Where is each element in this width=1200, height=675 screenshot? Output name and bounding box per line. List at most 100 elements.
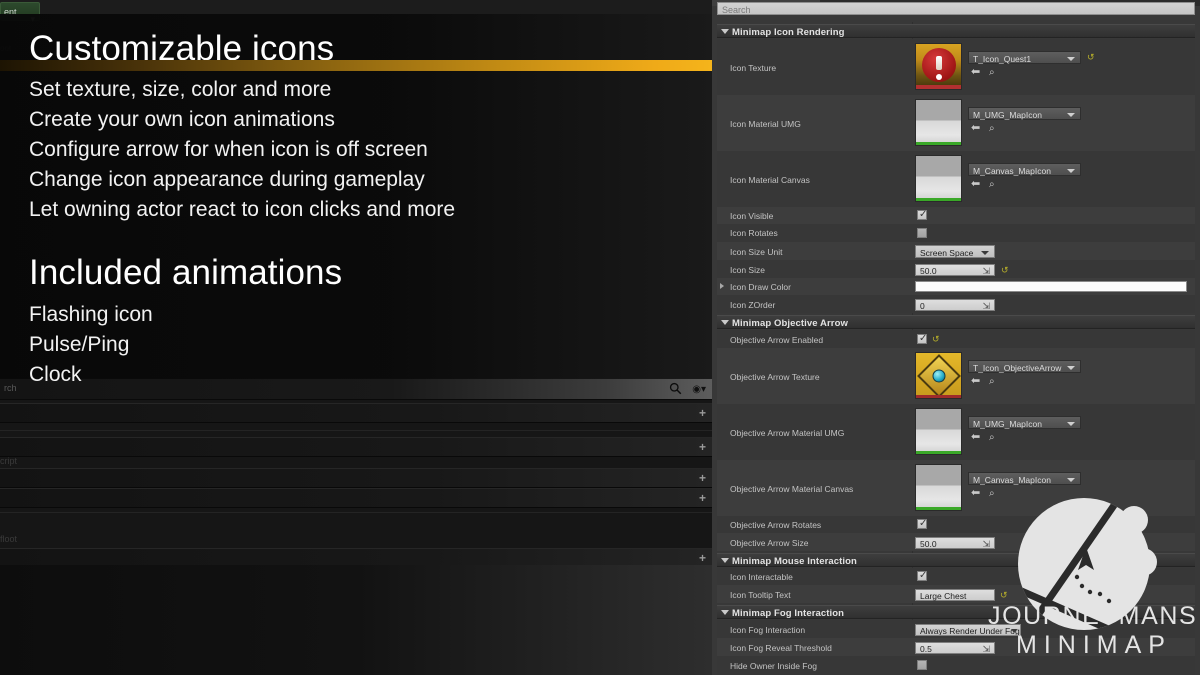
checkmark-icon: ✓ (919, 333, 928, 344)
magnifier-icon[interactable]: ⌕ (989, 67, 995, 78)
property-row-objective-arrow-enabled: Objective Arrow Enabled ✓ ↺ (717, 330, 1195, 348)
chevron-down-icon (721, 29, 729, 34)
chevron-down-icon (1067, 366, 1075, 370)
details-search-placeholder: Search (722, 5, 751, 15)
spinner-icon[interactable]: ⇲ (982, 644, 990, 655)
asset-name: T_Icon_ObjectiveArrow (973, 363, 1062, 373)
magnifier-icon[interactable]: ⌕ (989, 376, 995, 387)
material-thumbnail[interactable] (915, 99, 962, 146)
spinner-icon[interactable]: ⇲ (982, 301, 990, 312)
asset-combo-objective-arrow-texture[interactable]: T_Icon_ObjectiveArrow (968, 360, 1081, 373)
browse-to-asset-icon[interactable]: ⬅ (971, 67, 980, 78)
spinner-icon[interactable]: ⇲ (982, 266, 990, 277)
property-row-objective-arrow-texture: Objective Arrow Texture T_Icon_Objective… (717, 348, 1195, 404)
asset-type-bar (916, 85, 961, 89)
property-label: Hide Owner Inside Fog (730, 661, 817, 671)
number-value: 0 (920, 301, 925, 311)
asset-type-bar (916, 507, 961, 510)
number-value: 0.5 (920, 644, 932, 654)
section-header-minimap-icon-rendering[interactable]: Minimap Icon Rendering (717, 24, 1195, 38)
property-label: Objective Arrow Size (730, 538, 809, 548)
property-label: Objective Arrow Material Canvas (730, 484, 854, 494)
section-header-minimap-objective-arrow[interactable]: Minimap Objective Arrow (717, 315, 1195, 329)
asset-combo-objective-arrow-material-canvas[interactable]: M_Canvas_MapIcon (968, 472, 1081, 485)
magnifier-icon[interactable]: ⌕ (989, 179, 995, 190)
expand-triangle-icon[interactable] (720, 283, 724, 289)
asset-name: M_Canvas_MapIcon (973, 166, 1051, 176)
dropdown-icon-size-unit[interactable]: Screen Space (915, 245, 995, 258)
material-thumbnail[interactable] (915, 155, 962, 202)
checkbox-hide-owner-inside-fog[interactable] (917, 660, 927, 670)
checkmark-icon: ✓ (919, 570, 928, 581)
chevron-down-icon (981, 251, 989, 255)
number-input-icon-size[interactable]: 50.0 ⇲ (915, 264, 995, 276)
property-label: Icon Rotates (730, 228, 778, 238)
checkbox-objective-arrow-enabled[interactable]: ✓ (917, 333, 928, 344)
property-row-hide-owner-inside-fog: Hide Owner Inside Fog (717, 656, 1195, 675)
browse-to-asset-icon[interactable]: ⬅ (971, 179, 980, 190)
number-value: 50.0 (920, 539, 937, 549)
text-input-icon-tooltip-text[interactable]: Large Chest (915, 589, 995, 601)
section-header-minimap-fog-interaction[interactable]: Minimap Fog Interaction (717, 605, 1195, 619)
reset-to-default-icon[interactable]: ↺ (1001, 266, 1009, 275)
property-row-icon-fog-interaction: Icon Fog Interaction Always Render Under… (717, 620, 1195, 638)
details-search-input[interactable]: Search (717, 2, 1195, 15)
checkbox-icon-visible[interactable]: ✓ (917, 209, 927, 220)
material-thumbnail[interactable] (915, 408, 962, 455)
asset-combo-objective-arrow-material-umg[interactable]: M_UMG_MapIcon (968, 416, 1081, 429)
property-label: Icon Size (730, 265, 765, 275)
number-input-objective-arrow-size[interactable]: 50.0 ⇲ (915, 537, 995, 549)
browse-to-asset-icon[interactable]: ⬅ (971, 432, 980, 443)
reset-to-default-icon[interactable]: ↺ (1000, 591, 1008, 600)
promo-accent-bar (0, 60, 712, 71)
material-thumbnail[interactable] (915, 464, 962, 511)
dropdown-icon-fog-interaction[interactable]: Always Render Under Fog (915, 624, 1021, 636)
chevron-down-icon (1067, 422, 1075, 426)
promo-bullet-1-0: Set texture, size, color and more (29, 78, 332, 101)
quest-icon-thumbnail[interactable] (915, 43, 962, 90)
objective-arrow-thumbnail[interactable] (915, 352, 962, 399)
browse-to-asset-icon[interactable]: ⬅ (971, 488, 980, 499)
checkbox-objective-arrow-rotates[interactable]: ✓ (917, 518, 928, 529)
screenshot-root: ent ▾ oot rch ◉▾ + ntable? + cript (0, 0, 1200, 675)
asset-name: M_Canvas_MapIcon (973, 475, 1051, 485)
browse-to-asset-icon[interactable]: ⬅ (971, 123, 980, 134)
number-value: 50.0 (920, 266, 937, 276)
browse-to-asset-icon[interactable]: ⬅ (971, 376, 980, 387)
dropdown-value: Screen Space (920, 248, 974, 258)
asset-name: M_UMG_MapIcon (973, 110, 1042, 120)
property-label: Icon Material UMG (730, 119, 801, 129)
asset-type-bar (916, 451, 961, 454)
spinner-icon[interactable]: ⇲ (982, 539, 990, 550)
property-row-icon-material-umg: Icon Material UMG M_UMG_MapIcon ⬅ ⌕ (717, 95, 1195, 151)
asset-combo-icon-material-canvas[interactable]: M_Canvas_MapIcon (968, 163, 1081, 176)
property-label: Icon Draw Color (730, 282, 791, 292)
asset-type-bar (916, 198, 961, 201)
property-row-icon-material-canvas: Icon Material Canvas M_Canvas_MapIcon ⬅ … (717, 151, 1195, 207)
chevron-down-icon (1011, 629, 1017, 633)
promo-bullet-2-1: Pulse/Ping (29, 333, 130, 356)
reset-to-default-icon[interactable]: ↺ (1087, 53, 1095, 62)
reset-to-default-icon[interactable]: ↺ (932, 335, 940, 344)
asset-combo-icon-material-umg[interactable]: M_UMG_MapIcon (968, 107, 1081, 120)
section-header-minimap-mouse-interaction[interactable]: Minimap Mouse Interaction (717, 553, 1195, 567)
arrow-gem-shape (932, 369, 945, 382)
magnifier-icon[interactable]: ⌕ (989, 488, 995, 499)
property-row-icon-size: Icon Size 50.0 ⇲ ↺ (717, 260, 1195, 278)
chevron-down-icon (721, 320, 729, 325)
number-input-icon-zorder[interactable]: 0 ⇲ (915, 299, 995, 311)
checkmark-icon: ✓ (919, 518, 928, 529)
magnifier-icon[interactable]: ⌕ (989, 432, 995, 443)
property-label: Objective Arrow Texture (730, 372, 820, 382)
color-swatch-icon-draw-color[interactable] (915, 281, 1187, 292)
property-row-icon-fog-reveal-threshold: Icon Fog Reveal Threshold 0.5 ⇲ (717, 638, 1195, 656)
property-label: Icon Fog Reveal Threshold (730, 643, 832, 653)
property-row-objective-arrow-size: Objective Arrow Size 50.0 ⇲ (717, 533, 1195, 551)
magnifier-icon[interactable]: ⌕ (989, 123, 995, 134)
checkbox-icon-interactable[interactable]: ✓ (917, 570, 928, 581)
promo-heading-2: Included animations (29, 253, 343, 292)
checkbox-icon-rotates[interactable] (917, 228, 927, 238)
chevron-down-icon (1067, 478, 1075, 482)
number-input-icon-fog-reveal-threshold[interactable]: 0.5 ⇲ (915, 642, 995, 654)
asset-combo-icon-texture[interactable]: T_Icon_Quest1 (968, 51, 1081, 64)
